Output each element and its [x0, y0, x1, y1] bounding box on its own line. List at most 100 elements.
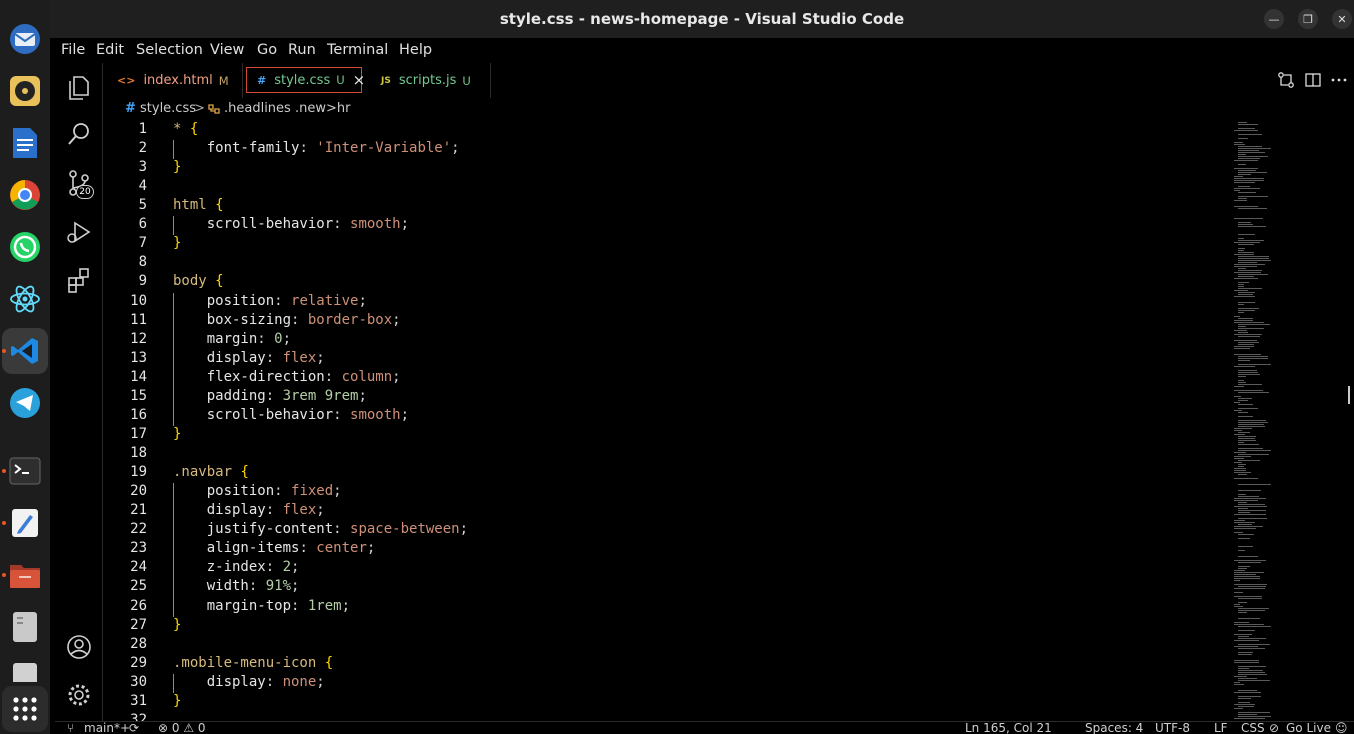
code-line[interactable]: 5 html { [103, 197, 1223, 216]
tab-scripts-js[interactable]: JS scripts.js U [367, 63, 491, 98]
line-number: 12 [130, 330, 147, 347]
code-line[interactable]: 26 margin-top: 1rem; [103, 598, 1223, 617]
feedback-icon[interactable]: ☺ [1335, 722, 1348, 734]
code-line[interactable]: 24 z-index: 2; [103, 559, 1223, 578]
code-token: : [333, 521, 351, 538]
maximize-button[interactable]: ❐ [1298, 9, 1318, 29]
code-line[interactable]: 16 scroll-behavior: smooth; [103, 407, 1223, 426]
line-ending[interactable]: LF [1214, 722, 1228, 734]
code-line[interactable]: 12 margin: 0; [103, 331, 1223, 350]
sync-icon[interactable]: ⟳ [129, 722, 139, 734]
scrollbar-handle[interactable] [1348, 386, 1354, 404]
code-line[interactable]: 21 display: flex; [103, 502, 1223, 521]
git-branch[interactable]: main*+ [84, 722, 130, 734]
manage-gear-icon[interactable] [65, 681, 93, 709]
code-line[interactable]: 18 [103, 445, 1223, 464]
code-line[interactable]: 15 padding: 3rem 9rem; [103, 388, 1223, 407]
code-line[interactable]: 11 box-sizing: border-box; [103, 312, 1223, 331]
git-branch-icon[interactable]: ⑂ [67, 722, 74, 734]
code-line[interactable]: 17} [103, 426, 1223, 445]
menu-run[interactable]: Run [288, 42, 316, 58]
vscode-icon[interactable] [2, 328, 48, 374]
cursor-position[interactable]: Ln 165, Col 21 [965, 722, 1052, 734]
minimap-line [1238, 670, 1263, 671]
code-line[interactable]: 30 display: none; [103, 674, 1223, 693]
code-line[interactable]: 31} [103, 693, 1223, 712]
problems-count[interactable]: ⊗ 0 ⚠ 0 [158, 722, 206, 734]
rhythmbox-icon[interactable] [2, 68, 48, 114]
thunderbird-icon[interactable] [2, 16, 48, 62]
code-line[interactable]: 28 [103, 636, 1223, 655]
terminal-icon[interactable] [2, 448, 48, 494]
telegram-icon[interactable] [2, 380, 48, 426]
whatsapp-icon[interactable] [2, 224, 48, 270]
code-line[interactable]: 7} [103, 235, 1223, 254]
menu-help[interactable]: Help [399, 42, 432, 58]
tab-index-html[interactable]: <> index.html M [103, 63, 243, 98]
menu-edit[interactable]: Edit [96, 42, 124, 58]
go-live-button[interactable]: Go Live [1286, 722, 1331, 734]
trash-icon[interactable] [2, 656, 48, 682]
code-line[interactable]: 32 [103, 712, 1223, 721]
code-line[interactable]: 22 justify-content: space-between; [103, 521, 1223, 540]
minimap-line [1234, 520, 1245, 521]
more-actions-icon[interactable] [1330, 71, 1348, 89]
code-line[interactable]: 29 .mobile-menu-icon { [103, 655, 1223, 674]
menu-terminal[interactable]: Terminal [327, 42, 388, 58]
code-line[interactable]: 14 flex-direction: column; [103, 369, 1223, 388]
language-mode[interactable]: CSS [1241, 722, 1265, 734]
code-line[interactable]: 2 font-family: 'Inter-Variable'; [103, 140, 1223, 159]
minimap-line [1234, 452, 1246, 453]
code-line[interactable]: 19 .navbar { [103, 464, 1223, 483]
code-line[interactable]: 3} [103, 159, 1223, 178]
menu-file[interactable]: File [61, 42, 85, 58]
explorer-icon[interactable] [65, 73, 93, 101]
minimap-line [1238, 324, 1270, 325]
libreoffice-writer-icon[interactable] [2, 120, 48, 166]
accounts-icon[interactable] [65, 633, 93, 661]
text-editor-icon[interactable] [2, 500, 48, 546]
breadcrumb-symbol[interactable]: .headlines .new>hr [224, 101, 350, 116]
code-token: } [173, 692, 182, 709]
code-token: flex-direction [173, 368, 325, 385]
react-devtools-icon[interactable] [2, 276, 48, 322]
code-line[interactable]: 1 * { [103, 121, 1223, 140]
close-window-button[interactable]: ✕ [1332, 9, 1352, 29]
code-line[interactable]: 10 position: relative; [103, 293, 1223, 312]
minimap-line [1234, 200, 1247, 201]
menu-selection[interactable]: Selection [136, 42, 203, 58]
code-line[interactable]: 27} [103, 617, 1223, 636]
tab-style-css[interactable]: # style.css U × [246, 67, 365, 93]
split-editor-icon[interactable] [1304, 71, 1322, 89]
code-token: { [215, 273, 224, 290]
menu-view[interactable]: View [210, 42, 244, 58]
indentation[interactable]: Spaces: 4 [1085, 722, 1143, 734]
minimap-line [1234, 576, 1260, 577]
encoding[interactable]: UTF-8 [1155, 722, 1190, 734]
code-line[interactable]: 20 position: fixed; [103, 483, 1223, 502]
code-line[interactable]: 4 [103, 178, 1223, 197]
minimap[interactable] [1232, 120, 1342, 721]
chrome-icon[interactable] [2, 172, 48, 218]
search-icon[interactable] [65, 120, 93, 148]
code-line[interactable]: 9 body { [103, 273, 1223, 292]
code-line[interactable]: 25 width: 91%; [103, 578, 1223, 597]
extensions-icon[interactable] [65, 266, 93, 294]
code-line[interactable]: 23 align-items: center; [103, 540, 1223, 559]
code-line[interactable]: 6 scroll-behavior: smooth; [103, 216, 1223, 235]
minimap-line [1234, 178, 1264, 179]
tab-close-icon[interactable]: × [353, 71, 366, 89]
minimize-button[interactable]: — [1264, 9, 1284, 29]
go-live-icon[interactable]: ⊘ [1269, 722, 1279, 734]
compare-changes-icon[interactable] [1277, 71, 1295, 89]
disk-icon[interactable] [2, 604, 48, 650]
breadcrumb-file[interactable]: style.css [140, 101, 196, 116]
show-applications-icon[interactable] [2, 686, 48, 732]
code-token: ; [358, 387, 367, 404]
code-editor[interactable]: 1 * {2 font-family: 'Inter-Variable'; 3} 4 5… [103, 120, 1354, 721]
code-line[interactable]: 13 display: flex; [103, 350, 1223, 369]
menu-go[interactable]: Go [257, 42, 277, 58]
code-line[interactable]: 8 [103, 254, 1223, 273]
run-debug-icon[interactable] [65, 218, 93, 246]
files-icon[interactable] [2, 552, 48, 598]
